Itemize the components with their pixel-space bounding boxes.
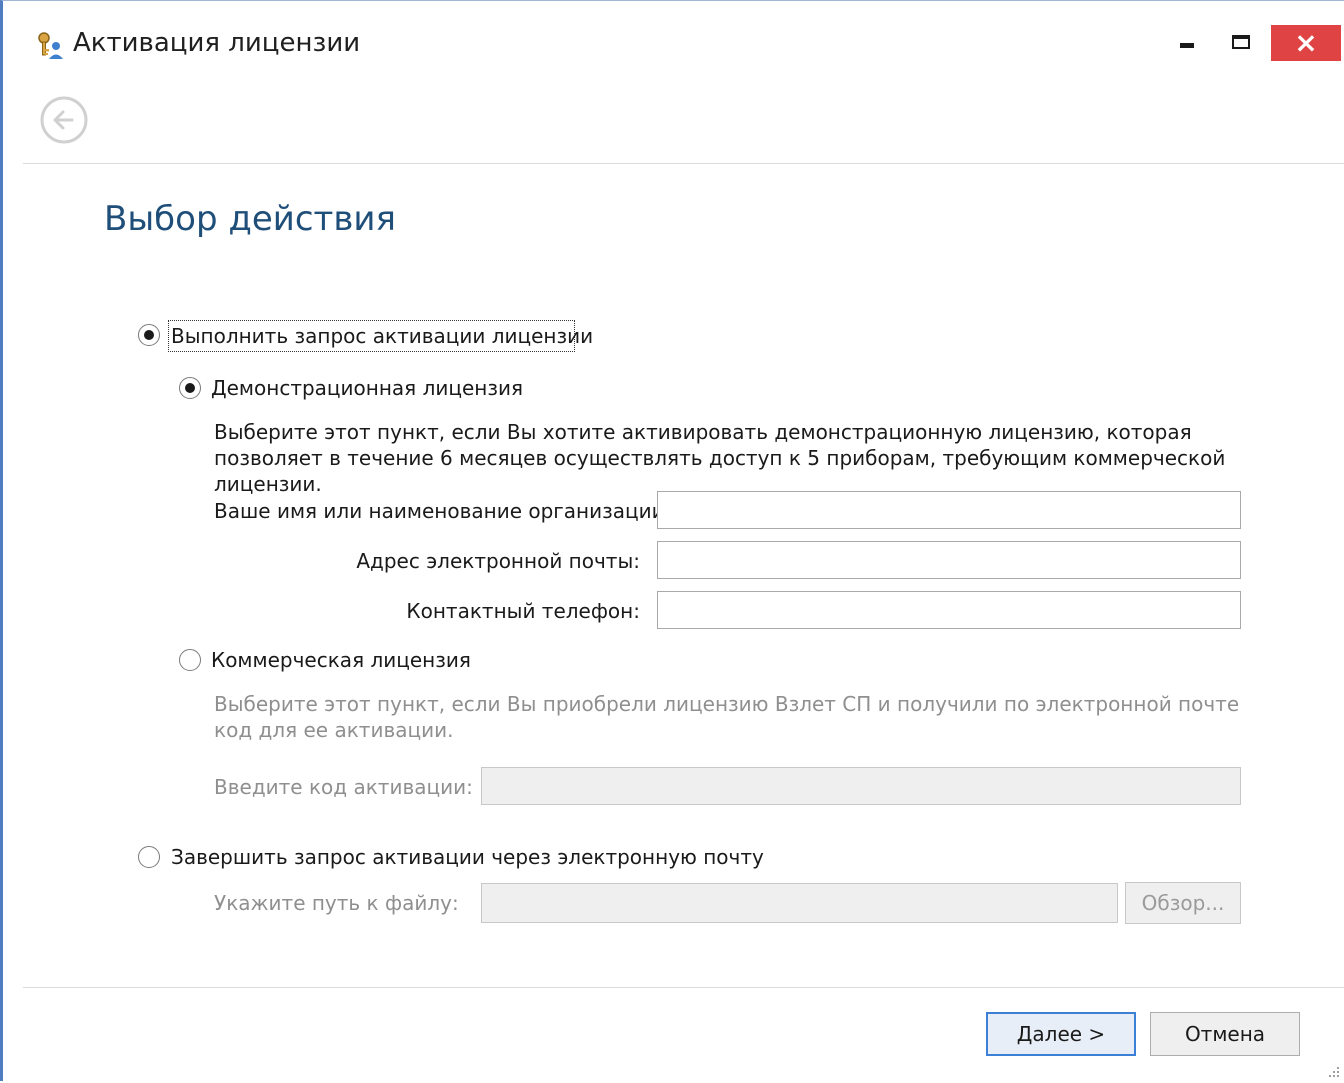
description-line: позволяет в течение 6 месяцев осуществля… <box>214 446 1226 470</box>
next-label: алее > <box>1032 1022 1106 1046</box>
close-icon: × <box>1294 26 1318 59</box>
demo-license-radio[interactable] <box>179 377 201 399</box>
file-path-label: Укажите путь к файлу: <box>214 891 459 915</box>
request-activation-label[interactable]: Выполнить запрос активации лицензии <box>171 324 593 348</box>
browse-button[interactable]: Обзор... <box>1125 882 1241 924</box>
footer-divider <box>23 987 1344 988</box>
page-title: Выбор действия <box>104 199 396 239</box>
license-activation-window: Активация лицензии × Выбор действия Выпо… <box>0 0 1344 1081</box>
demo-license-label[interactable]: Демонстрационная лицензия <box>211 376 523 400</box>
back-arrow-icon[interactable] <box>39 95 89 145</box>
finish-by-email-label[interactable]: Завершить запрос активации через электро… <box>171 845 764 869</box>
navigation-bar <box>23 75 1344 164</box>
request-activation-radio[interactable] <box>138 324 160 346</box>
file-path-input[interactable] <box>481 883 1118 923</box>
next-button[interactable]: Далее > <box>986 1012 1136 1056</box>
finish-by-email-radio[interactable] <box>138 846 160 868</box>
close-button[interactable]: × <box>1271 25 1341 61</box>
key-people-icon <box>33 29 65 61</box>
commercial-license-label[interactable]: Коммерческая лицензия <box>211 648 471 672</box>
maximize-icon <box>1232 34 1250 53</box>
cancel-button[interactable]: Отмена <box>1150 1012 1300 1056</box>
email-field-label: Адрес электронной почты: <box>356 549 640 573</box>
commercial-license-description: Выберите этот пункт, если Вы приобрели л… <box>214 691 1239 743</box>
description-line: Выберите этот пункт, если Вы приобрели л… <box>214 692 1240 716</box>
name-field-label: Ваше имя или наименование организации: <box>214 499 672 523</box>
phone-input[interactable] <box>657 591 1241 629</box>
email-input[interactable] <box>657 541 1241 579</box>
name-input[interactable] <box>657 491 1241 529</box>
title-bar[interactable]: Активация лицензии × <box>3 1 1344 75</box>
activation-code-label: Введите код активации: <box>214 775 473 799</box>
minimize-icon <box>1180 34 1194 53</box>
demo-license-description: Выберите этот пункт, если Вы хотите акти… <box>214 419 1225 497</box>
commercial-license-radio[interactable] <box>179 649 201 671</box>
description-line: код для ее активации. <box>214 718 454 742</box>
window-title: Активация лицензии <box>73 28 361 58</box>
activation-code-input[interactable] <box>481 767 1241 805</box>
minimize-button[interactable] <box>1163 25 1211 61</box>
resize-grip-icon[interactable] <box>1325 1063 1341 1079</box>
next-mnemonic: Д <box>1016 1022 1033 1046</box>
description-line: Выберите этот пункт, если Вы хотите акти… <box>214 420 1192 444</box>
maximize-button[interactable] <box>1217 25 1265 61</box>
phone-field-label: Контактный телефон: <box>406 599 640 623</box>
